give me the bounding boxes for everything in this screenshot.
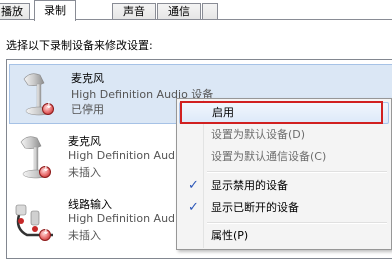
disabled-badge-icon bbox=[42, 101, 54, 115]
menu-item-label: 显示禁用的设备 bbox=[211, 179, 288, 192]
device-name: 线路输入 bbox=[68, 198, 112, 211]
checkmark-icon: ✓ bbox=[188, 178, 199, 193]
menu-item-set-default-comm-device[interactable]: 设置为默认通信设备(C) bbox=[179, 146, 389, 168]
tab-recording[interactable]: 录制 bbox=[34, 0, 76, 21]
device-status: 未插入 bbox=[68, 229, 101, 242]
checkmark-icon: ✓ bbox=[188, 200, 199, 215]
tab-communications[interactable]: 通信 bbox=[157, 3, 201, 19]
tab-strip: 播放 录制 声音 通信 bbox=[0, 0, 392, 21]
menu-item-show-disconnected-devices[interactable]: ✓ 显示已断开的设备 bbox=[179, 197, 389, 219]
menu-separator bbox=[207, 171, 387, 173]
microphone-icon bbox=[20, 136, 50, 179]
device-status: 已停用 bbox=[71, 103, 104, 116]
menu-item-label: 显示已断开的设备 bbox=[211, 201, 299, 214]
device-description: High Definition Audi bbox=[68, 212, 179, 225]
menu-item-label: 设置为默认设备(D) bbox=[211, 128, 306, 141]
device-name: 麦克风 bbox=[71, 72, 104, 85]
disconnected-badge-icon bbox=[39, 164, 51, 178]
menu-item-set-default-device[interactable]: 设置为默认设备(D) bbox=[179, 124, 389, 146]
tab-overflow[interactable] bbox=[202, 3, 218, 19]
instruction-text: 选择以下录制设备来修改设置: bbox=[6, 39, 153, 52]
menu-item-label: 设置为默认通信设备(C) bbox=[211, 150, 327, 163]
menu-separator bbox=[207, 222, 387, 224]
device-status: 未插入 bbox=[68, 166, 101, 179]
microphone-icon bbox=[23, 73, 53, 116]
device-name: 麦克风 bbox=[68, 135, 101, 148]
tab-sounds[interactable]: 声音 bbox=[112, 3, 156, 19]
disconnected-badge-icon bbox=[39, 227, 51, 241]
menu-item-show-disabled-devices[interactable]: ✓ 显示禁用的设备 bbox=[179, 175, 389, 197]
tab-playback[interactable]: 播放 bbox=[0, 3, 30, 19]
highlight-annotation-box bbox=[180, 101, 383, 124]
menu-item-properties[interactable]: 属性(P) bbox=[179, 225, 389, 247]
device-description: High Definition Audio bbox=[68, 149, 185, 162]
line-in-icon bbox=[15, 204, 53, 237]
menu-item-label: 属性(P) bbox=[211, 229, 249, 242]
